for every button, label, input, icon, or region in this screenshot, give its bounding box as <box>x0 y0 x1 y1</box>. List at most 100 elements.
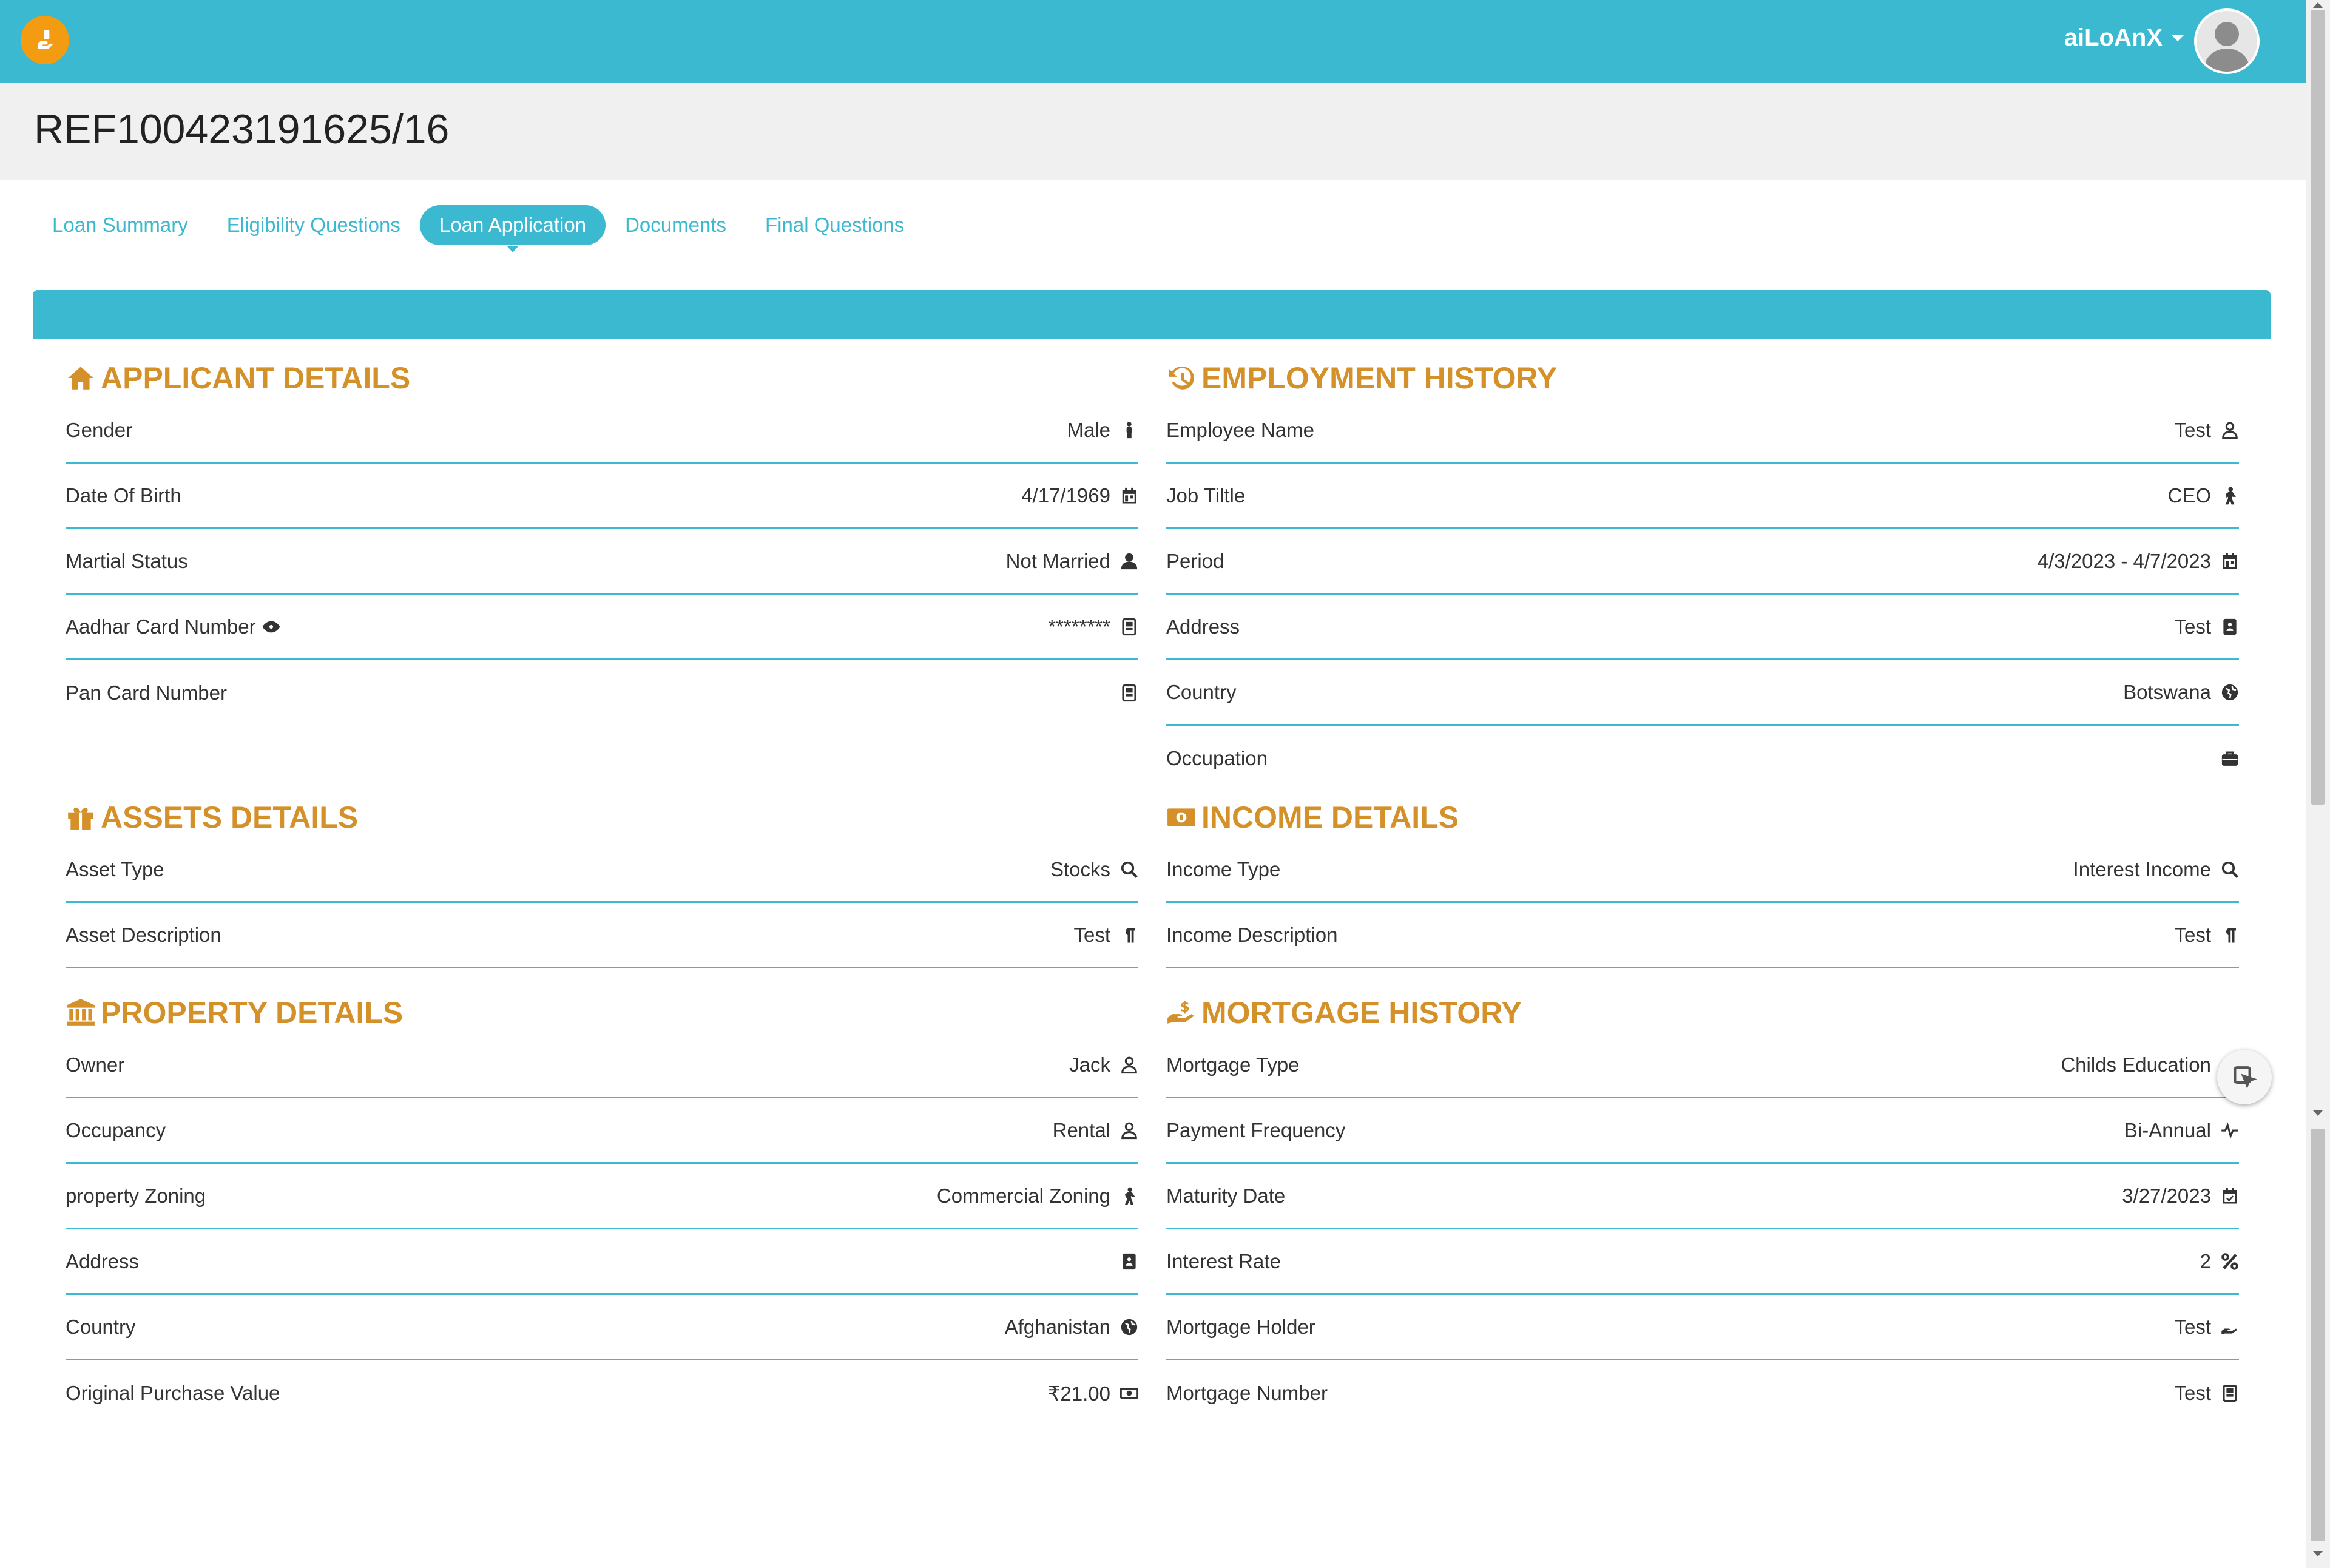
tab-loan-summary[interactable]: Loan Summary <box>33 205 208 245</box>
field-label: Owner <box>66 1053 125 1076</box>
address-book-icon <box>2221 618 2239 636</box>
section-title: PROPERTY DETAILS <box>101 996 404 1030</box>
field-value: Male <box>1067 418 1110 441</box>
bank-icon <box>67 999 95 1026</box>
gift-icon <box>68 807 93 830</box>
field-value: Rental <box>1052 1118 1110 1141</box>
applicant-details-section: APPLICANT DETAILS Gender Male Date Of Bi… <box>66 358 1138 726</box>
field-label: Country <box>1166 680 1237 703</box>
top-navbar: aiLoAnX <box>0 0 2306 83</box>
field-label: Employee Name <box>1166 418 1314 441</box>
detail-row: Asset Type Stocks <box>66 837 1138 903</box>
field-value: Bi-Annual <box>2124 1118 2211 1141</box>
field-value: Test <box>2174 615 2211 638</box>
field-label: Gender <box>66 418 133 441</box>
detail-row: Mortgage Number Test <box>1166 1360 2239 1426</box>
detail-row: Job Tiltle CEO <box>1166 464 2239 529</box>
field-label: Period <box>1166 549 1224 572</box>
scroll-down-arrow-icon[interactable] <box>2313 1110 2323 1116</box>
user-name-label: aiLoAnX <box>2064 24 2163 51</box>
money-bill-icon <box>1167 808 1195 826</box>
field-label: Pan Card Number <box>66 681 227 704</box>
avatar[interactable] <box>2194 8 2260 74</box>
field-label: Original Purchase Value <box>66 1382 280 1404</box>
field-value: Childs Education <box>2061 1053 2211 1076</box>
mortgage-history-section: $ MORTGAGE HISTORY Mortgage Type Childs … <box>1166 993 2239 1426</box>
calendar-icon <box>2221 552 2239 570</box>
field-label: Aadhar Card Number <box>66 615 256 638</box>
detail-row: Occupation <box>1166 726 2239 791</box>
field-label: property Zoning <box>66 1184 206 1207</box>
id-card-icon <box>2221 1384 2239 1402</box>
detail-row: Owner Jack <box>66 1033 1138 1098</box>
field-value: Interest Income <box>2073 857 2211 880</box>
paragraph-icon <box>2221 926 2239 944</box>
eye-icon[interactable] <box>262 618 280 636</box>
detail-row: Maturity Date 3/27/2023 <box>1166 1164 2239 1229</box>
assets-details-section: ASSETS DETAILS Asset Type Stocks Asset D… <box>66 797 1138 968</box>
field-label: Payment Frequency <box>1166 1118 1346 1141</box>
income-details-section: INCOME DETAILS Income Type Interest Inco… <box>1166 797 2239 968</box>
field-value: 4/3/2023 - 4/7/2023 <box>2037 549 2211 572</box>
tab-eligibility-questions[interactable]: Eligibility Questions <box>208 205 420 245</box>
user-icon <box>1120 552 1138 570</box>
field-value: Botswana <box>2123 680 2211 703</box>
app-logo[interactable] <box>21 16 69 64</box>
field-value: Jack <box>1069 1053 1110 1076</box>
section-title: MORTGAGE HISTORY <box>1201 996 1522 1030</box>
detail-row: property Zoning Commercial Zoning <box>66 1164 1138 1229</box>
field-value: 4/17/1969 <box>1021 484 1110 507</box>
field-label: Mortgage Number <box>1166 1382 1328 1404</box>
walking-icon <box>2221 487 2239 505</box>
hand-coin-icon <box>38 30 53 49</box>
field-label: Interest Rate <box>1166 1249 1281 1272</box>
percent-icon <box>2221 1252 2239 1271</box>
scrollbar-thumb[interactable] <box>2311 10 2325 805</box>
detail-row: Pan Card Number <box>66 660 1138 726</box>
field-value: 3/27/2023 <box>2122 1184 2211 1207</box>
vertical-scrollbar[interactable] <box>2306 0 2330 1568</box>
floating-pointer-button[interactable] <box>2217 1050 2272 1104</box>
field-label: Job Tiltle <box>1166 484 1246 507</box>
chevron-down-icon <box>2171 35 2184 41</box>
field-label: Address <box>1166 615 1240 638</box>
id-card-icon <box>1120 618 1138 636</box>
detail-row: Aadhar Card Number ******** <box>66 595 1138 660</box>
hand-holding-usd-icon: $ <box>1167 999 1194 1024</box>
field-label: Date Of Birth <box>66 484 181 507</box>
money-icon <box>1120 1384 1138 1402</box>
page-title: REF100423191625/16 <box>34 106 450 152</box>
section-title: INCOME DETAILS <box>1201 800 1459 834</box>
detail-row: Income Type Interest Income <box>1166 837 2239 903</box>
scroll-down-arrow-icon[interactable] <box>2313 1551 2323 1556</box>
briefcase-icon <box>2221 749 2239 768</box>
walking-icon <box>1120 1187 1138 1205</box>
globe-icon <box>1120 1318 1138 1336</box>
address-book-icon <box>1120 1252 1138 1271</box>
field-value: Not Married <box>1005 549 1110 572</box>
scroll-up-arrow-icon[interactable] <box>2313 2 2323 8</box>
field-label: Maturity Date <box>1166 1184 1286 1207</box>
scrollbar-thumb-lower[interactable] <box>2311 1129 2325 1541</box>
field-label: Asset Type <box>66 857 164 880</box>
detail-row: Country Botswana <box>1166 660 2239 726</box>
detail-row: Asset Description Test <box>66 903 1138 968</box>
calendar-icon <box>1120 487 1138 505</box>
detail-row: Period 4/3/2023 - 4/7/2023 <box>1166 529 2239 595</box>
field-value: Test <box>2174 1315 2211 1338</box>
tab-loan-application[interactable]: Loan Application <box>419 205 606 252</box>
tab-documents[interactable]: Documents <box>606 205 746 245</box>
pulse-icon <box>2221 1121 2239 1140</box>
field-value: 2 <box>2200 1249 2211 1272</box>
user-menu[interactable]: aiLoAnX <box>2064 24 2184 52</box>
user-outline-icon <box>1120 1121 1138 1140</box>
field-label: Income Description <box>1166 923 1338 946</box>
tab-final-questions[interactable]: Final Questions <box>746 205 924 245</box>
field-value: Afghanistan <box>1004 1315 1110 1338</box>
svg-text:$: $ <box>1180 999 1190 1015</box>
detail-row: Mortgage Holder Test <box>1166 1295 2239 1360</box>
field-value: Test <box>2174 923 2211 946</box>
field-label: Occupancy <box>66 1118 166 1141</box>
employment-history-section: EMPLOYMENT HISTORY Employee Name Test Jo… <box>1166 358 2239 791</box>
detail-row: Date Of Birth 4/17/1969 <box>66 464 1138 529</box>
